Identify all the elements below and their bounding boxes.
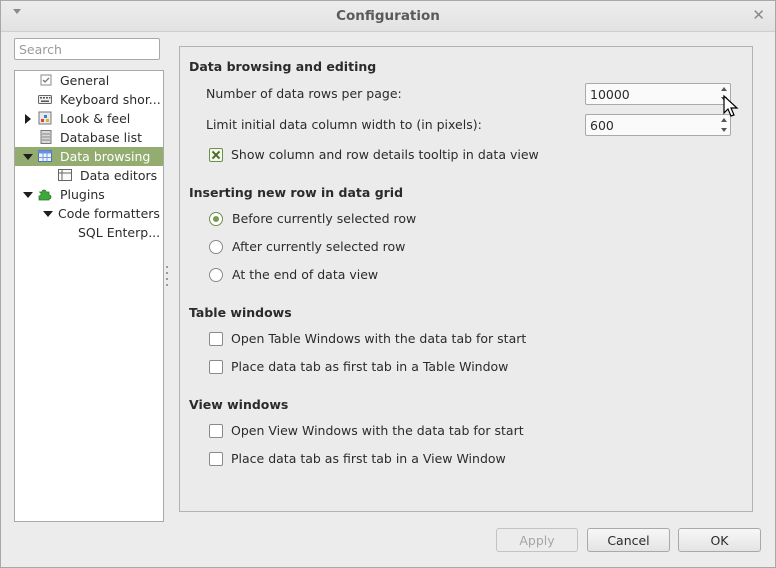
section-heading-view-windows: View windows	[189, 397, 289, 412]
view-data-tab-first-checkbox[interactable]	[209, 452, 223, 466]
tree-item-label: Data browsing	[60, 149, 151, 164]
keyboard-icon	[38, 95, 52, 104]
tree-item-plugins[interactable]: Plugins	[15, 185, 163, 204]
tree-item-label: Plugins	[60, 187, 105, 202]
section-heading-table-windows: Table windows	[189, 305, 292, 320]
radio-label: Before currently selected row	[232, 211, 417, 226]
tooltip-checkbox-label: Show column and row details tooltip in d…	[231, 147, 539, 162]
tree-item-code-formatters[interactable]: Code formatters	[15, 204, 163, 223]
cancel-button[interactable]: Cancel	[587, 528, 670, 552]
tree-item-general[interactable]: General	[15, 71, 163, 90]
tree-item-data-editors[interactable]: Data editors	[15, 166, 163, 185]
radio-after-selected[interactable]	[209, 240, 223, 254]
checkbox-label: Place data tab as first tab in a View Wi…	[231, 451, 506, 466]
column-width-input[interactable]	[586, 115, 728, 135]
tree-item-look-and-feel[interactable]: Look & feel	[15, 109, 163, 128]
table-data-tab-first-checkbox[interactable]	[209, 360, 223, 374]
apply-button[interactable]: Apply	[496, 528, 578, 552]
rows-per-page-label: Number of data rows per page:	[206, 86, 402, 101]
radio-end-of-view[interactable]	[209, 268, 223, 282]
palette-icon	[38, 111, 52, 125]
section-heading-inserting: Inserting new row in data grid	[189, 185, 404, 200]
puzzle-icon	[38, 189, 52, 201]
expand-right-icon[interactable]	[25, 114, 31, 124]
close-icon[interactable]: ✕	[752, 6, 765, 24]
tree-item-keyboard-shortcuts[interactable]: Keyboard shor...	[15, 90, 163, 109]
ok-button[interactable]: OK	[678, 528, 761, 552]
rows-per-page-spinbox[interactable]	[585, 83, 731, 105]
checkbox-icon	[40, 74, 52, 86]
table-open-data-tab-checkbox[interactable]	[209, 332, 223, 346]
tree-item-label: Database list	[60, 130, 142, 145]
tree-item-label: General	[60, 73, 110, 88]
section-heading-data-browsing: Data browsing and editing	[189, 59, 377, 74]
window-title: Configuration	[336, 8, 440, 24]
data-grid-icon	[38, 150, 52, 162]
spin-down-icon[interactable]	[721, 128, 727, 132]
expand-down-icon[interactable]	[43, 211, 53, 217]
column-width-spinbox[interactable]	[585, 114, 731, 136]
tree-item-label: Code formatters	[58, 206, 160, 221]
radio-before-selected[interactable]	[209, 212, 223, 226]
database-list-icon	[40, 130, 52, 144]
spin-up-icon[interactable]	[721, 87, 727, 91]
splitter-handle[interactable]	[166, 266, 169, 292]
tree-item-data-browsing[interactable]: Data browsing	[15, 147, 163, 166]
checkbox-label: Open Table Windows with the data tab for…	[231, 331, 527, 346]
mouse-cursor-icon	[723, 95, 739, 117]
checkbox-label: Place data tab as first tab in a Table W…	[231, 359, 509, 374]
tree-item-label: SQL Enterp...	[78, 225, 161, 240]
column-width-label: Limit initial data column width to (in p…	[206, 117, 482, 132]
tree-item-label: Data editors	[80, 168, 158, 183]
tree-item-database-list[interactable]: Database list	[15, 128, 163, 147]
rows-per-page-input[interactable]	[586, 84, 728, 104]
spin-up-icon[interactable]	[721, 118, 727, 122]
category-tree: General Keyboard shor... Look & feel Dat…	[14, 70, 164, 522]
tree-item-sql-enterprise[interactable]: SQL Enterp...	[15, 223, 163, 242]
tree-item-label: Look & feel	[60, 111, 131, 126]
checkbox-label: Open View Windows with the data tab for …	[231, 423, 524, 438]
expand-down-icon[interactable]	[23, 192, 33, 198]
view-open-data-tab-checkbox[interactable]	[209, 424, 223, 438]
search-input[interactable]	[14, 38, 160, 60]
title-bar: Configuration ✕	[1, 1, 775, 32]
expand-down-icon[interactable]	[23, 154, 33, 160]
data-editor-icon	[58, 169, 72, 181]
radio-label: After currently selected row	[232, 239, 406, 254]
radio-label: At the end of data view	[232, 267, 379, 282]
tooltip-checkbox[interactable]	[209, 148, 223, 162]
tree-item-label: Keyboard shor...	[60, 92, 161, 107]
